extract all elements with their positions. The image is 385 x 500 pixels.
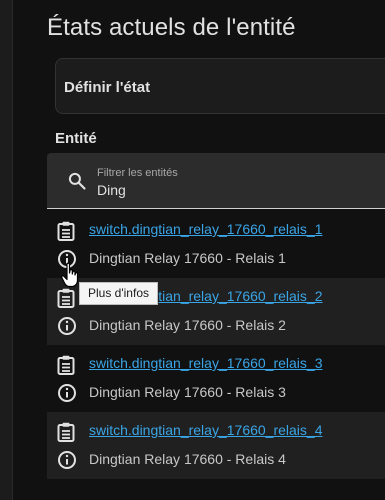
entity-name: Dingtian Relay 17660 - Relais 4 — [89, 451, 286, 467]
info-icon[interactable] — [57, 383, 77, 403]
set-state-card[interactable]: Définir l'état — [55, 58, 385, 114]
info-icon[interactable] — [57, 316, 77, 336]
entity-id-link[interactable]: switch.dingtian_relay_17660_relais_3 — [89, 355, 323, 371]
hand-pointer-cursor-icon — [61, 262, 79, 288]
entity-column-header: Entité — [55, 130, 97, 147]
sidebar-rail — [0, 0, 13, 500]
clipboard-list-icon[interactable] — [57, 355, 75, 375]
clipboard-list-icon[interactable] — [57, 221, 75, 241]
page-title: États actuels de l'entité — [47, 14, 296, 41]
list-item: switch.dingtian_relay_17660_relais_1 Din… — [47, 211, 385, 278]
clipboard-list-icon[interactable] — [57, 422, 75, 442]
entity-name: Dingtian Relay 17660 - Relais 3 — [89, 384, 286, 400]
info-icon[interactable] — [57, 450, 77, 470]
filter-value[interactable]: Ding — [97, 182, 126, 198]
entity-filter-input[interactable]: Filtrer les entités Ding — [47, 153, 385, 209]
entity-id-link[interactable]: switch.dingtian_relay_17660_relais_1 — [89, 221, 323, 237]
more-info-tooltip: Plus d'infos — [79, 282, 158, 305]
filter-label: Filtrer les entités — [97, 167, 178, 179]
set-state-label: Définir l'état — [64, 79, 151, 96]
entity-id-link[interactable]: switch.dingtian_relay_17660_relais_4 — [89, 422, 323, 438]
search-icon — [68, 172, 86, 190]
list-item: switch.dingtian_relay_17660_relais_3 Din… — [47, 345, 385, 412]
entity-name: Dingtian Relay 17660 - Relais 2 — [89, 317, 286, 333]
entity-name: Dingtian Relay 17660 - Relais 1 — [89, 250, 286, 266]
list-item: switch.dingtian_relay_17660_relais_4 Din… — [47, 412, 385, 479]
clipboard-list-icon[interactable] — [57, 288, 75, 308]
